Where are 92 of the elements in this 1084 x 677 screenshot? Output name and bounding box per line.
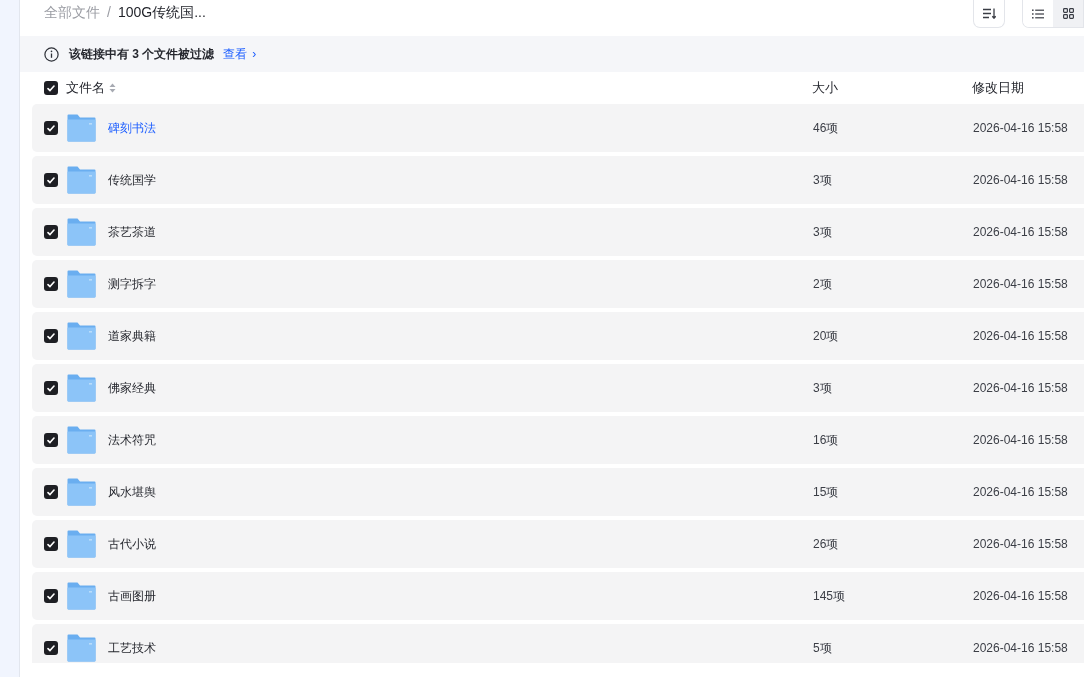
date-cell-text: 2026-04-16 15:58 — [973, 640, 1068, 657]
date-cell-text: 2026-04-16 15:58 — [973, 224, 1068, 241]
checkbox[interactable] — [44, 641, 58, 655]
date-cell-text: 2026-04-16 15:58 — [973, 484, 1068, 501]
date-cell-text: 2026-04-16 15:58 — [973, 536, 1068, 553]
folder-icon — [67, 374, 96, 402]
checkbox[interactable] — [44, 225, 58, 239]
grid-view-button[interactable] — [1053, 0, 1083, 27]
column-header[interactable]: 文件名 — [66, 78, 105, 98]
folder-icon — [67, 426, 96, 454]
folder-icon — [67, 114, 96, 142]
folder-name[interactable]: 茶艺茶道 — [108, 223, 156, 241]
check-icon — [47, 124, 55, 132]
size-cell-text: 3项 — [813, 380, 832, 397]
folder-name[interactable]: 测字拆字 — [108, 275, 156, 293]
folder-icon — [67, 530, 96, 558]
size-cell-text: 20项 — [813, 328, 839, 345]
size-cell-text: 5项 — [813, 640, 832, 657]
checkbox[interactable] — [44, 277, 58, 291]
notice-text: 该链接中有 3 个文件被过滤 — [69, 46, 215, 63]
file-row[interactable]: 古画图册 145项 2026-04-16 15:58 — [32, 572, 1084, 620]
size-cell-text: 15项 — [813, 484, 839, 501]
check-icon — [47, 332, 55, 340]
file-row[interactable]: 佛家经典 3项 2026-04-16 15:58 — [32, 364, 1084, 412]
folder-name[interactable]: 古代小说 — [108, 535, 156, 553]
size-cell-text: 3项 — [813, 172, 832, 189]
folder-name[interactable]: 道家典籍 — [108, 327, 156, 345]
breadcrumb-separator: / — [107, 3, 111, 21]
folder-name[interactable]: 风水堪舆 — [108, 483, 156, 501]
folder-name[interactable]: 古画图册 — [108, 587, 156, 605]
breadcrumb-link[interactable]: 100G传统国... — [117, 3, 206, 21]
size-cell-text: 2项 — [813, 276, 832, 293]
date-cell-text: 2026-04-16 15:58 — [973, 172, 1068, 189]
date-cell-text: 2026-04-16 15:58 — [973, 380, 1068, 397]
size-cell-text: 145项 — [813, 588, 846, 605]
check-icon — [47, 644, 55, 652]
check-icon — [47, 436, 55, 444]
file-row[interactable]: 古代小说 26项 2026-04-16 15:58 — [32, 520, 1084, 568]
grid-icon — [1062, 8, 1074, 19]
file-row[interactable]: 风水堪舆 15项 2026-04-16 15:58 — [32, 468, 1084, 516]
check-icon — [47, 384, 55, 392]
folder-icon — [67, 634, 96, 662]
folder-name[interactable]: 传统国学 — [108, 171, 156, 189]
view-link[interactable]: 查看 › — [223, 45, 257, 63]
checkbox[interactable] — [44, 381, 58, 395]
folder-icon — [67, 582, 96, 610]
folder-icon — [67, 478, 96, 506]
column-header[interactable]: 大小 — [812, 78, 838, 98]
info-icon — [44, 46, 59, 62]
checkbox[interactable] — [44, 329, 58, 343]
folder-name[interactable]: 佛家经典 — [108, 379, 156, 397]
folder-icon — [67, 166, 96, 194]
folder-name[interactable]: 法术符咒 — [108, 431, 156, 449]
date-cell-text: 2026-04-16 15:58 — [973, 328, 1068, 345]
file-row[interactable]: 传统国学 3项 2026-04-16 15:58 — [32, 156, 1084, 204]
file-row[interactable]: 碑刻书法 46项 2026-04-16 15:58 — [32, 104, 1084, 152]
check-icon — [47, 176, 55, 184]
checkbox[interactable] — [44, 433, 58, 447]
size-cell-text: 46项 — [813, 120, 839, 137]
folder-icon — [67, 270, 96, 298]
folder-icon — [67, 218, 96, 246]
checkbox[interactable] — [44, 537, 58, 551]
sort-icon — [982, 8, 996, 19]
checkbox[interactable] — [44, 121, 58, 135]
date-cell-text: 2026-04-16 15:58 — [973, 588, 1068, 605]
date-cell-text: 2026-04-16 15:58 — [973, 120, 1068, 137]
sort-button[interactable] — [973, 0, 1005, 28]
list-icon — [1032, 8, 1044, 19]
file-row[interactable]: 茶艺茶道 3项 2026-04-16 15:58 — [32, 208, 1084, 256]
checkbox[interactable] — [44, 173, 58, 187]
file-row[interactable]: 工艺技术 5项 2026-04-16 15:58 — [32, 624, 1084, 663]
date-cell-text: 2026-04-16 15:58 — [973, 432, 1068, 449]
checkbox[interactable] — [44, 81, 58, 95]
checkbox[interactable] — [44, 589, 58, 603]
check-icon — [47, 280, 55, 288]
file-row[interactable]: 测字拆字 2项 2026-04-16 15:58 — [32, 260, 1084, 308]
check-icon — [47, 84, 55, 92]
checkbox[interactable] — [44, 485, 58, 499]
file-row[interactable]: 道家典籍 20项 2026-04-16 15:58 — [32, 312, 1084, 360]
check-icon — [47, 592, 55, 600]
check-icon — [47, 488, 55, 496]
file-row[interactable]: 法术符咒 16项 2026-04-16 15:58 — [32, 416, 1084, 464]
column-header[interactable]: 修改日期 — [972, 78, 1024, 98]
check-icon — [47, 540, 55, 548]
date-cell-text: 2026-04-16 15:58 — [973, 276, 1068, 293]
size-cell-text: 16项 — [813, 432, 839, 449]
folder-icon — [67, 322, 96, 350]
folder-name[interactable]: 工艺技术 — [108, 639, 156, 657]
size-cell-text: 3项 — [813, 224, 832, 241]
size-cell-text: 26项 — [813, 536, 839, 553]
check-icon — [47, 228, 55, 236]
folder-name[interactable]: 碑刻书法 — [108, 119, 156, 137]
